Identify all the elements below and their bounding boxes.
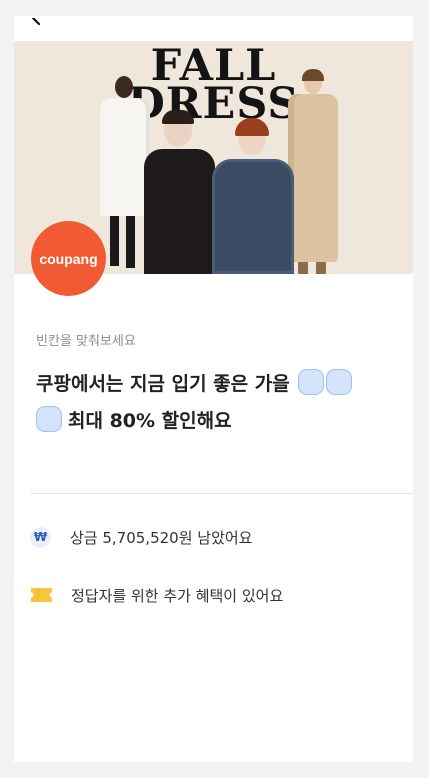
- prize-text: 상금 5,705,520원 남았어요: [70, 528, 253, 547]
- banner-title: FALL DRESS: [14, 45, 413, 126]
- answer-blank[interactable]: [36, 406, 62, 432]
- benefit-text: 정답자를 위한 추가 혜택이 있어요: [71, 586, 284, 605]
- quiz-prompt: 빈칸을 맞춰보세요: [36, 334, 136, 349]
- benefit-row: 정답자를 위한 추가 혜택이 있어요: [30, 582, 283, 608]
- question-text-line2: 최대 80% 할인해요: [68, 410, 232, 432]
- model-figure: [142, 110, 217, 274]
- divider: [30, 493, 413, 494]
- back-button[interactable]: [32, 18, 56, 42]
- quiz-question: 쿠팡에서는 지금 입기 좋은 가을 최대 80% 할인해요: [36, 366, 396, 440]
- answer-blank[interactable]: [298, 369, 325, 395]
- ticket-icon: [31, 588, 52, 602]
- quiz-card: FALL DRESS coupang 빈칸을 맞춰보세요 쿠팡에서는 지금 입기…: [14, 16, 413, 762]
- answer-blank[interactable]: [326, 369, 353, 395]
- prize-row: ₩ 상금 5,705,520원 남았어요: [30, 524, 252, 550]
- question-text-line1: 쿠팡에서는 지금 입기 좋은 가을: [36, 373, 290, 395]
- coupang-logo: coupang: [31, 221, 106, 296]
- won-icon: ₩: [30, 526, 51, 548]
- back-arrow-icon: [32, 18, 41, 26]
- model-figure: [212, 118, 294, 274]
